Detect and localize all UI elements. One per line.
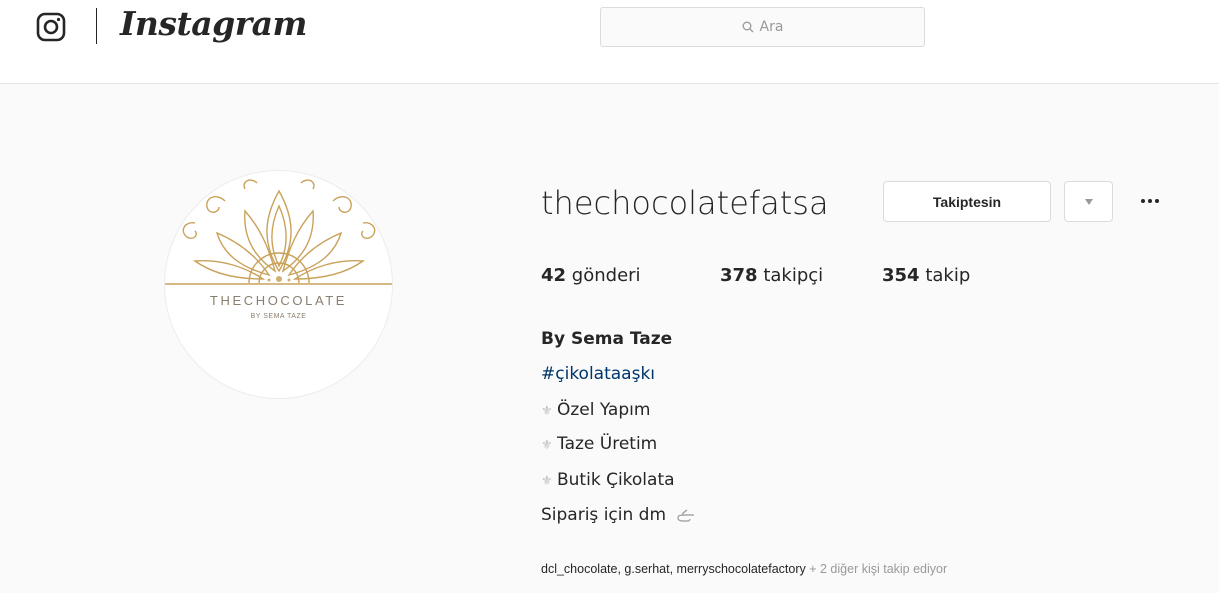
bio-line: ⚜ Taze Üretim <box>541 434 657 454</box>
profile-avatar[interactable]: THECHOCOLATE BY SEMA TAZE <box>164 170 393 399</box>
follower-link[interactable]: merryschocolatefactory <box>677 562 806 576</box>
fleur-de-lis-icon: ⚜ <box>541 404 553 419</box>
followed-by-more[interactable]: + 2 diğer kişi takip ediyor <box>809 562 947 576</box>
search-icon <box>742 21 753 33</box>
bio-full-name: By Sema Taze <box>541 329 673 349</box>
bio-line: ⚜ Butik Çikolata <box>541 470 675 490</box>
followers-label: takipçi <box>763 265 824 286</box>
top-navigation-bar: Instagram Ara <box>0 0 1219 84</box>
mandala-logo-icon <box>165 179 392 285</box>
triangle-down-icon <box>1084 198 1093 205</box>
fleur-de-lis-icon: ⚜ <box>541 474 553 489</box>
fleur-de-lis-icon: ⚜ <box>541 438 553 453</box>
following-number: 354 <box>882 265 920 286</box>
instagram-camera-icon[interactable] <box>36 12 66 42</box>
bio-line-text: Özel Yapım <box>557 400 651 420</box>
avatar-subtext: BY SEMA TAZE <box>250 313 307 320</box>
posts-number: 42 <box>541 265 567 286</box>
bio-line: ⚜ Özel Yapım <box>541 400 650 420</box>
follower-link[interactable]: g.serhat <box>624 562 669 576</box>
search-input[interactable]: Ara <box>600 7 925 47</box>
follower-link[interactable]: dcl_chocolate <box>541 562 617 576</box>
following-button[interactable]: Takiptesin <box>883 181 1051 222</box>
posts-label: gönderi <box>571 265 641 286</box>
following-label: takip <box>925 265 971 286</box>
more-options-button[interactable] <box>1136 186 1164 216</box>
bio-line-text: Butik Çikolata <box>557 470 675 490</box>
followers-number: 378 <box>720 265 758 286</box>
instagram-wordmark[interactable]: Instagram <box>120 4 307 43</box>
suggestions-dropdown-button[interactable] <box>1064 181 1113 222</box>
pointing-hand-icon <box>677 509 695 522</box>
bio-line-text: Sipariş için dm <box>541 505 667 525</box>
bio-hashtag-link[interactable]: #çikolataaşkı <box>541 364 655 384</box>
bio-line-text: Taze Üretim <box>557 434 658 454</box>
followed-by-line: dcl_chocolate, g.serhat, merryschocolate… <box>541 562 948 576</box>
bio-line: Sipariş için dm <box>541 505 695 525</box>
avatar-brand-text: THECHOCOLATE <box>209 293 348 308</box>
posts-count: 42 gönderi <box>541 265 641 286</box>
following-count[interactable]: 354 takip <box>882 265 970 286</box>
search-placeholder: Ara <box>759 19 784 35</box>
logo-divider <box>96 8 97 44</box>
more-dots-icon <box>1141 199 1159 203</box>
followers-count[interactable]: 378 takipçi <box>720 265 823 286</box>
profile-username: thechocolatefatsa <box>541 184 829 222</box>
